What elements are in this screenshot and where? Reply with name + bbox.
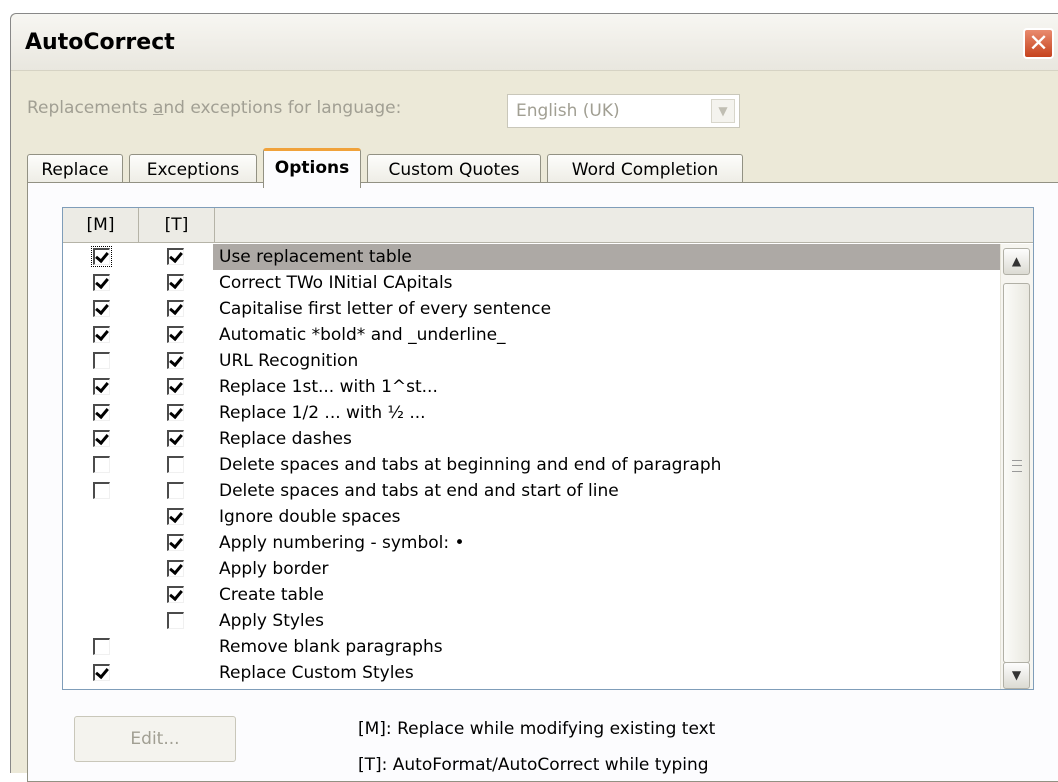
checkbox-m[interactable]: [93, 456, 110, 473]
option-row[interactable]: Replace Custom Styles: [63, 660, 1001, 686]
language-label: Replacements and exceptions for language…: [27, 98, 402, 118]
language-select[interactable]: English (UK) ▼: [507, 94, 740, 128]
checkbox-t[interactable]: [167, 508, 184, 525]
grip-icon: [1012, 460, 1022, 472]
checkbox-t[interactable]: [167, 612, 184, 629]
checkbox-m[interactable]: [93, 352, 110, 369]
legend-t: [T]: AutoFormat/AutoCorrect while typing: [358, 755, 709, 775]
option-label: Ignore double spaces: [219, 507, 401, 527]
scroll-thumb[interactable]: [1003, 283, 1030, 663]
tab-options[interactable]: Options: [263, 148, 361, 188]
option-label: Delete spaces and tabs at beginning and …: [219, 455, 722, 475]
checkbox-m[interactable]: [93, 274, 110, 291]
checkbox-t[interactable]: [167, 456, 184, 473]
option-row[interactable]: Replace dashes: [63, 426, 1001, 452]
checkbox-t[interactable]: [167, 378, 184, 395]
scroll-down-button[interactable]: ▼: [1003, 662, 1030, 689]
option-label: Capitalise first letter of every sentenc…: [219, 299, 552, 319]
scroll-up-icon: ▲: [1011, 254, 1022, 268]
option-row[interactable]: Capitalise first letter of every sentenc…: [63, 296, 1001, 322]
checkbox-m[interactable]: [91, 246, 112, 267]
checkbox-t[interactable]: [167, 430, 184, 447]
chevron-down-icon[interactable]: ▼: [711, 99, 735, 123]
option-row[interactable]: Replace 1/2 ... with ½ ...: [63, 400, 1001, 426]
option-label: Use replacement table: [213, 244, 1001, 270]
option-label: Replace dashes: [219, 429, 352, 449]
language-value: English (UK): [516, 101, 620, 121]
scroll-down-icon: ▼: [1011, 668, 1022, 682]
option-label: Correct TWo INitial CApitals: [219, 273, 453, 293]
column-header-m[interactable]: [M]: [63, 208, 139, 242]
option-row[interactable]: Remove blank paragraphs: [63, 634, 1001, 660]
checkbox-m[interactable]: [93, 664, 110, 681]
column-header-t[interactable]: [T]: [139, 208, 215, 242]
option-row[interactable]: Delete spaces and tabs at beginning and …: [63, 452, 1001, 478]
legend-m: [M]: Replace while modifying existing te…: [358, 719, 716, 739]
checkbox-m[interactable]: [93, 378, 110, 395]
options-rows: Use replacement table Correct TWo INitial…: [63, 244, 1001, 686]
title-bar[interactable]: AutoCorrect ✕: [11, 14, 1058, 71]
dialog-title: AutoCorrect: [25, 30, 175, 55]
vertical-scrollbar[interactable]: ▲ ▼: [1000, 244, 1033, 689]
autocorrect-dialog: AutoCorrect ✕ Replacements and exception…: [10, 13, 1058, 782]
option-label: Replace 1/2 ... with ½ ...: [219, 403, 426, 423]
scroll-up-button[interactable]: ▲: [1003, 248, 1030, 275]
column-header-label[interactable]: [215, 208, 1033, 242]
edit-button[interactable]: Edit...: [74, 716, 236, 762]
checkbox-t[interactable]: [167, 404, 184, 421]
checkbox-t[interactable]: [167, 352, 184, 369]
option-label: Apply numbering - symbol: •: [219, 533, 465, 553]
checkbox-t[interactable]: [167, 560, 184, 577]
checkbox-m[interactable]: [93, 430, 110, 447]
option-row[interactable]: URL Recognition: [63, 348, 1001, 374]
option-row[interactable]: Correct TWo INitial CApitals: [63, 270, 1001, 296]
checkbox-t[interactable]: [167, 274, 184, 291]
options-list: [M] [T] Use replacement table Correct TWo…: [62, 207, 1034, 690]
option-row[interactable]: Automatic *bold* and _underline_: [63, 322, 1001, 348]
checkbox-m[interactable]: [93, 638, 110, 655]
close-button[interactable]: ✕: [1023, 28, 1054, 59]
option-label: Apply border: [219, 559, 329, 579]
checkbox-t[interactable]: [167, 534, 184, 551]
checkbox-m[interactable]: [93, 300, 110, 317]
option-label: Replace 1st... with 1^st...: [219, 377, 438, 397]
option-label: Remove blank paragraphs: [219, 637, 443, 657]
checkbox-m[interactable]: [93, 326, 110, 343]
checkbox-t[interactable]: [167, 248, 184, 265]
option-label: Create table: [219, 585, 324, 605]
close-icon: ✕: [1028, 29, 1049, 57]
option-label: Apply Styles: [219, 611, 324, 631]
option-label: Delete spaces and tabs at end and start …: [219, 481, 619, 501]
option-row[interactable]: Ignore double spaces: [63, 504, 1001, 530]
list-header: [M] [T]: [63, 208, 1033, 243]
tab-strip: Replace Exceptions Options Custom Quotes Wor…: [27, 138, 767, 188]
option-label: URL Recognition: [219, 351, 359, 371]
option-label: Automatic *bold* and _underline_: [219, 325, 506, 345]
option-row[interactable]: Use replacement table: [63, 244, 1001, 270]
option-row[interactable]: Apply Styles: [63, 608, 1001, 634]
option-row[interactable]: Apply numbering - symbol: •: [63, 530, 1001, 556]
checkbox-t[interactable]: [167, 326, 184, 343]
checkbox-t[interactable]: [167, 300, 184, 317]
checkbox-t[interactable]: [167, 482, 184, 499]
option-label: Replace Custom Styles: [219, 663, 414, 683]
checkbox-t[interactable]: [167, 586, 184, 603]
options-panel: [M] [T] Use replacement table Correct TWo…: [27, 182, 1058, 782]
checkbox-m[interactable]: [93, 404, 110, 421]
option-row[interactable]: Create table: [63, 582, 1001, 608]
checkbox-m[interactable]: [93, 482, 110, 499]
option-row[interactable]: Apply border: [63, 556, 1001, 582]
option-row[interactable]: Replace 1st... with 1^st...: [63, 374, 1001, 400]
option-row[interactable]: Delete spaces and tabs at end and start …: [63, 478, 1001, 504]
